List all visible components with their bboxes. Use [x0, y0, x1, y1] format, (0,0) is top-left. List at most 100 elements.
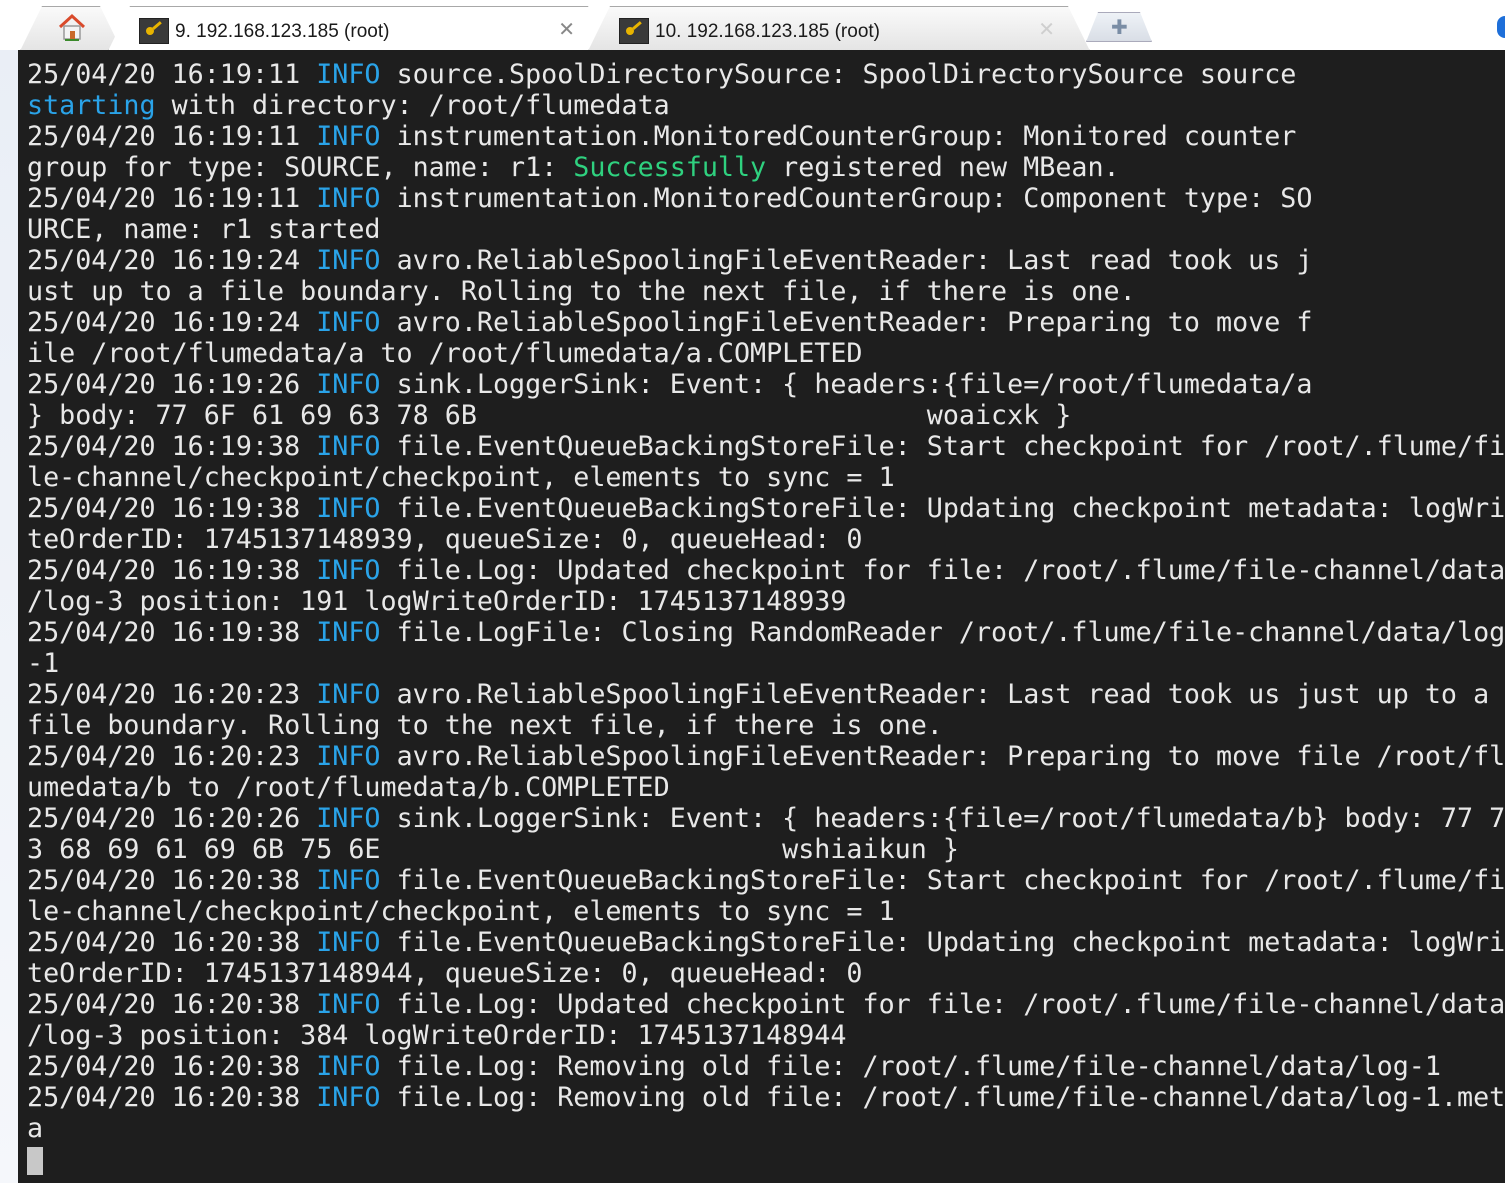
log-timestamp: 25/04/20 16:20:38 — [27, 989, 317, 1020]
terminal-line: file boundary. Rolling to the next file,… — [27, 710, 1505, 741]
terminal-line: umedata/b to /root/flumedata/b.COMPLETED — [27, 772, 1505, 803]
log-message: sink.LoggerSink: Event: { headers:{file=… — [380, 369, 1313, 400]
log-message: URCE, name: r1 started — [27, 214, 381, 245]
log-message: teOrderID: 1745137148939, queueSize: 0, … — [27, 524, 863, 555]
terminal-line: URCE, name: r1 started — [27, 214, 1505, 245]
log-level: INFO — [316, 431, 381, 462]
terminal-line: starting with directory: /root/flumedata — [27, 90, 1505, 121]
log-message: teOrderID: 1745137148944, queueSize: 0, … — [27, 958, 863, 989]
terminal-output[interactable]: 25/04/20 16:19:11 INFO source.SpoolDirec… — [18, 50, 1505, 1183]
log-message: file.Log: Updated checkpoint for file: /… — [380, 555, 1505, 586]
log-message: file.LogFile: Closing RandomReader /root… — [380, 617, 1505, 648]
log-message: 3 68 69 61 69 6B 75 6E wshiaikun } — [27, 834, 959, 865]
log-level: INFO — [316, 989, 381, 1020]
log-message: group for type: SOURCE, name: r1: — [27, 152, 574, 183]
log-message: with directory: /root/flumedata — [155, 90, 670, 121]
terminal-line: 25/04/20 16:19:38 INFO file.EventQueueBa… — [27, 431, 1505, 462]
log-level: INFO — [316, 741, 381, 772]
log-message: file.Log: Removing old file: /root/.flum… — [380, 1082, 1505, 1113]
terminal-line: le-channel/checkpoint/checkpoint, elemen… — [27, 896, 1505, 927]
log-message: file.Log: Updated checkpoint for file: /… — [380, 989, 1505, 1020]
log-timestamp: 25/04/20 16:19:11 — [27, 121, 317, 152]
log-level: INFO — [316, 679, 381, 710]
log-level: INFO — [316, 1051, 381, 1082]
log-message: registered new MBean. — [766, 152, 1120, 183]
log-message: } body: 77 6F 61 69 63 78 6B woaicxk } — [27, 400, 1072, 431]
terminal-line: /log-3 position: 191 logWriteOrderID: 17… — [27, 586, 1505, 617]
log-message: avro.ReliableSpoolingFileEventReader: La… — [380, 679, 1490, 710]
log-timestamp: 25/04/20 16:19:38 — [27, 617, 317, 648]
tab-bar: 9. 192.168.123.185 (root) ✕ 10. 192.168.… — [0, 0, 1505, 50]
prompt-line — [27, 1144, 1505, 1175]
terminal-line: 25/04/20 16:20:38 INFO file.EventQueueBa… — [27, 865, 1505, 896]
log-message: /log-3 position: 191 logWriteOrderID: 17… — [27, 586, 847, 617]
log-level: INFO — [316, 121, 381, 152]
log-timestamp: 25/04/20 16:20:38 — [27, 927, 317, 958]
plus-icon: ✚ — [1111, 17, 1128, 39]
log-message: file.EventQueueBackingStoreFile: Updatin… — [380, 493, 1505, 524]
log-timestamp: 25/04/20 16:19:11 — [27, 183, 317, 214]
close-icon[interactable]: ✕ — [558, 17, 575, 42]
terminal-line: teOrderID: 1745137148944, queueSize: 0, … — [27, 958, 1505, 989]
log-level: INFO — [316, 803, 381, 834]
terminal-line: a — [27, 1113, 1505, 1144]
log-level: INFO — [316, 307, 381, 338]
log-level: INFO — [316, 865, 381, 896]
terminal-line: teOrderID: 1745137148939, queueSize: 0, … — [27, 524, 1505, 555]
terminal-line: ust up to a file boundary. Rolling to th… — [27, 276, 1505, 307]
log-message: file boundary. Rolling to the next file,… — [27, 710, 943, 741]
log-level: INFO — [316, 183, 381, 214]
session-tab-9[interactable]: 9. 192.168.123.185 (root) ✕ — [108, 6, 610, 51]
terminal-line: } body: 77 6F 61 69 63 78 6B woaicxk } — [27, 400, 1505, 431]
log-timestamp: 25/04/20 16:20:23 — [27, 679, 317, 710]
log-message: umedata/b to /root/flumedata/b.COMPLETED — [27, 772, 670, 803]
key-icon — [619, 18, 649, 44]
terminal-lines: 25/04/20 16:19:11 INFO source.SpoolDirec… — [27, 59, 1505, 1175]
home-tab[interactable] — [20, 6, 122, 51]
close-icon[interactable]: ✕ — [1038, 17, 1055, 42]
terminal-line: /log-3 position: 384 logWriteOrderID: 17… — [27, 1020, 1505, 1051]
terminal-line: 25/04/20 16:19:38 INFO file.LogFile: Clo… — [27, 617, 1505, 648]
terminal-line: 25/04/20 16:20:38 INFO file.EventQueueBa… — [27, 927, 1505, 958]
log-message: -1 — [27, 648, 60, 679]
log-level: INFO — [316, 369, 381, 400]
log-timestamp: 25/04/20 16:20:38 — [27, 1051, 317, 1082]
terminal-line: 25/04/20 16:19:24 INFO avro.ReliableSpoo… — [27, 245, 1505, 276]
log-level: INFO — [316, 493, 381, 524]
log-message: instrumentation.MonitoredCounterGroup: M… — [380, 121, 1297, 152]
log-message: avro.ReliableSpoolingFileEventReader: La… — [380, 245, 1313, 276]
log-timestamp: 25/04/20 16:19:24 — [27, 245, 317, 276]
terminal-line: 25/04/20 16:19:38 INFO file.EventQueueBa… — [27, 493, 1505, 524]
log-message: le-channel/checkpoint/checkpoint, elemen… — [27, 896, 895, 927]
new-tab-button[interactable]: ✚ — [1086, 12, 1152, 42]
log-message: /log-3 position: 384 logWriteOrderID: 17… — [27, 1020, 847, 1051]
log-timestamp: 25/04/20 16:19:26 — [27, 369, 317, 400]
terminal-line: 25/04/20 16:19:38 INFO file.Log: Updated… — [27, 555, 1505, 586]
log-timestamp: 25/04/20 16:19:24 — [27, 307, 317, 338]
session-tab-10[interactable]: 10. 192.168.123.185 (root) ✕ — [588, 6, 1090, 51]
log-message: file.Log: Removing old file: /root/.flum… — [380, 1051, 1441, 1082]
success-text: Successfully — [573, 152, 767, 183]
cursor-icon — [27, 1146, 43, 1175]
tab-label: 10. 192.168.123.185 (root) — [655, 21, 881, 42]
log-timestamp: 25/04/20 16:20:38 — [27, 865, 317, 896]
log-message: ile /root/flumedata/a to /root/flumedata… — [27, 338, 863, 369]
log-message: avro.ReliableSpoolingFileEventReader: Pr… — [380, 741, 1505, 772]
window-left-edge — [0, 0, 18, 1183]
terminal-line: 25/04/20 16:19:11 INFO source.SpoolDirec… — [27, 59, 1505, 90]
app-edge-icon — [1497, 16, 1505, 38]
terminal-line: 25/04/20 16:19:24 INFO avro.ReliableSpoo… — [27, 307, 1505, 338]
log-message: a — [27, 1113, 44, 1144]
log-message: le-channel/checkpoint/checkpoint, elemen… — [27, 462, 895, 493]
log-message: file.EventQueueBackingStoreFile: Updatin… — [380, 927, 1505, 958]
log-message: source.SpoolDirectorySource: SpoolDirect… — [380, 59, 1297, 90]
log-timestamp: 25/04/20 16:20:26 — [27, 803, 317, 834]
log-message: avro.ReliableSpoolingFileEventReader: Pr… — [380, 307, 1313, 338]
tab-label: 9. 192.168.123.185 (root) — [175, 21, 390, 42]
terminal-line: 25/04/20 16:20:38 INFO file.Log: Removin… — [27, 1082, 1505, 1113]
log-timestamp: 25/04/20 16:20:23 — [27, 741, 317, 772]
key-icon — [139, 18, 169, 44]
terminal-line: 25/04/20 16:20:23 INFO avro.ReliableSpoo… — [27, 741, 1505, 772]
log-level: INFO — [316, 617, 381, 648]
terminal-line: group for type: SOURCE, name: r1: Succes… — [27, 152, 1505, 183]
